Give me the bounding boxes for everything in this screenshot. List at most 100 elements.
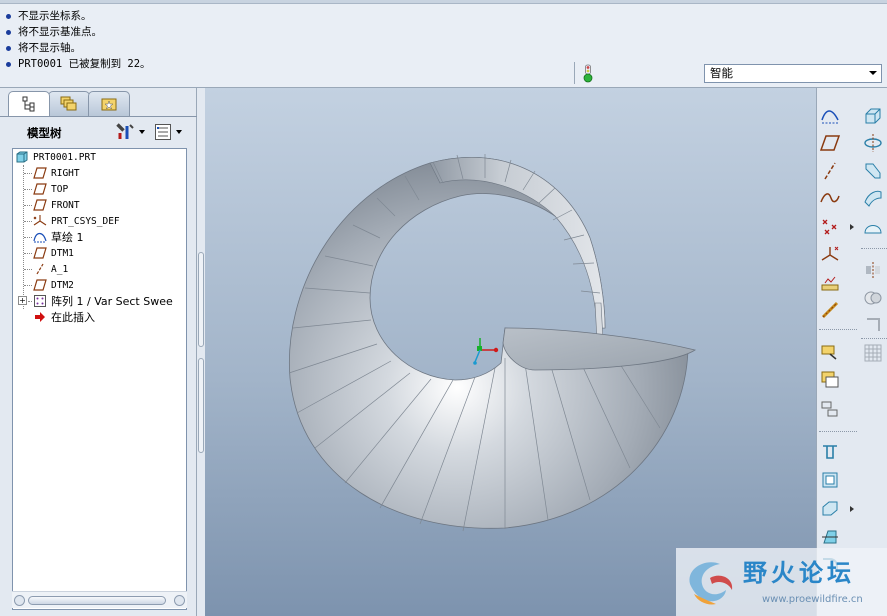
flyout-arrow-icon[interactable] [850,506,854,512]
tree-item-pattern[interactable]: 阵列 1 / Var Sect Swee [33,293,173,309]
revolve-button[interactable] [861,131,885,155]
datum-plane-icon [33,183,47,195]
datum-point-icon [822,219,837,235]
datum-curve-sketch-icon [821,110,839,124]
tab-model-tree[interactable] [8,91,50,116]
tree-item-dtm2[interactable]: DTM2 [33,277,74,293]
tree-item-right[interactable]: RIGHT [33,165,80,181]
tree-item-axis[interactable]: A_1 [33,261,68,277]
merge-button[interactable] [861,286,885,310]
trim-icon [867,318,880,331]
rib-button[interactable] [818,497,842,521]
tab-folder-browser[interactable] [48,91,90,116]
message-line: 不显示坐标系。 [6,8,151,24]
draft-icon [822,530,838,544]
message-list: 不显示坐标系。 将不显示基准点。 将不显示轴。 PRT0001 已被复制到 22… [6,8,151,72]
tree-item-label: 在此插入 [51,311,95,324]
spiral-shell-model[interactable] [205,88,816,616]
tree-item-label: 草绘 1 [51,231,84,244]
flame-logo-icon [689,562,733,605]
extrude-button[interactable] [861,104,885,128]
extrude-icon [865,108,881,124]
tree-horizontal-scrollbar[interactable] [12,591,187,608]
sketch-icon [33,231,47,243]
scroll-left-icon[interactable] [14,595,25,606]
tree-settings-button[interactable] [115,122,149,142]
datum-plane-button[interactable] [818,131,842,155]
boundary-button[interactable] [861,215,885,239]
tree-item-top[interactable]: TOP [33,181,68,197]
copy-feature-button[interactable] [818,368,842,392]
graphics-window[interactable] [205,88,816,616]
message-bullet-icon [6,61,11,67]
sketch-tool-button[interactable] [818,104,842,128]
forum-watermark: 野火论坛 www.proewildfire.cn [676,548,887,616]
shell-button[interactable] [818,468,842,492]
sweep-button[interactable] [861,159,885,183]
pattern-grid-icon [864,344,882,362]
mirror-feature-button[interactable] [818,397,842,421]
blend-button[interactable] [861,186,885,210]
tools-icon [116,123,134,139]
tab-favorites[interactable] [88,91,130,116]
revolve-icon [864,134,882,152]
pattern-icon [33,295,47,307]
csys-icon [821,246,839,261]
message-line: 将不显示基准点。 [6,24,151,40]
hole-button[interactable] [818,440,842,464]
csys-button[interactable] [818,243,842,267]
expand-toggle-icon[interactable]: + [18,296,27,305]
panel-splitter[interactable] [197,88,205,616]
merge-icon [864,291,882,305]
tree-item-sketch[interactable]: 草绘 1 [33,229,84,245]
tree-connector [24,189,32,190]
tree-connector [24,253,32,254]
regeneration-status-icon[interactable] [582,64,594,84]
watermark-title: 野火论坛 [743,559,855,587]
tree-item-front[interactable]: FRONT [33,197,80,213]
axis-icon [33,263,47,275]
splitter-grip[interactable] [198,252,204,347]
splitter-grip[interactable] [198,358,204,453]
reference-feature-button[interactable] [818,298,842,322]
datum-axis-button[interactable] [818,159,842,183]
blend-icon [864,190,882,207]
tree-show-button[interactable] [154,122,188,142]
reference-icon [821,301,839,319]
flyout-arrow-icon[interactable] [850,224,854,230]
model-tree-icon [22,96,35,112]
model-tree[interactable]: PRT0001.PRT RIGHT TOP FRONT PRT_CSYS_DEF [12,148,187,610]
datum-plane-icon [33,279,47,291]
scrollbar-thumb[interactable] [28,596,166,605]
selection-filter-select[interactable]: 智能 [704,64,882,83]
datum-point-button[interactable] [818,215,842,239]
tree-item-label: DTM2 [51,279,74,291]
draft-button[interactable] [818,525,842,549]
analysis-feature-button[interactable] [818,271,842,295]
tree-connector [24,173,32,174]
rib-icon [822,501,838,516]
pattern-button[interactable] [861,341,885,365]
folder-browser-icon [60,96,77,111]
feature-toolbar [816,88,887,616]
tree-item-root-part[interactable]: PRT0001.PRT [15,149,96,165]
sweep-icon [865,163,881,179]
datum-curve-icon [820,193,840,203]
model-tree-title: 模型树 [27,126,62,140]
insert-here-icon [33,311,47,323]
tree-item-label: 阵列 1 / Var Sect Swee [51,295,173,308]
trim-button[interactable] [861,313,885,337]
tree-item-csys[interactable]: PRT_CSYS_DEF [33,213,120,229]
copy-feature-icon [821,371,839,388]
scroll-right-icon[interactable] [174,595,185,606]
datum-curve-button[interactable] [818,186,842,210]
toolbar-divider [861,338,887,339]
mirror-button[interactable] [861,258,885,282]
tree-item-insert-here[interactable]: 在此插入 [33,309,95,325]
favorites-icon [101,98,117,111]
insert-feature-button[interactable] [818,340,842,364]
tree-item-label: RIGHT [51,167,80,179]
tree-item-dtm1[interactable]: DTM1 [33,245,74,261]
toolbar-divider [861,248,887,249]
message-area: 不显示坐标系。 将不显示基准点。 将不显示轴。 PRT0001 已被复制到 22… [0,0,887,88]
